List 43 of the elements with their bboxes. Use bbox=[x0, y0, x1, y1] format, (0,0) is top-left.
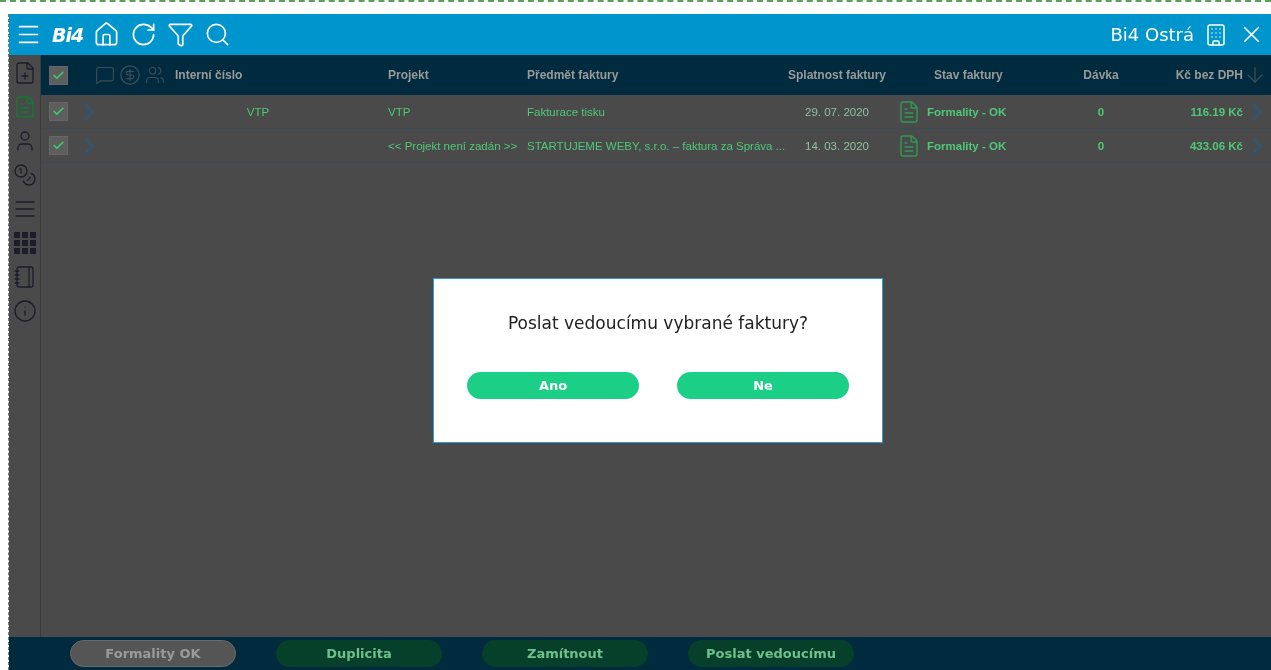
check-icon bbox=[52, 68, 65, 82]
row-checkbox[interactable] bbox=[49, 136, 68, 155]
action-button[interactable]: Zamítnout bbox=[482, 640, 648, 667]
table-cell-text: VTP bbox=[245, 105, 271, 118]
table-cell: Formality - OK bbox=[927, 105, 1007, 118]
column-header[interactable]: Splatnost faktury bbox=[783, 68, 891, 82]
table-cell-text: 29. 07. 2020 bbox=[804, 105, 870, 118]
column-header[interactable]: Stav faktury bbox=[891, 68, 1076, 82]
window-title: Bi4 Ostrá bbox=[1110, 24, 1194, 45]
table-cell-text: 14. 03. 2020 bbox=[804, 139, 870, 152]
grid-icon[interactable] bbox=[12, 231, 37, 255]
table-cell-text: 433.06 Kč bbox=[1188, 139, 1243, 152]
building-icon[interactable] bbox=[1204, 22, 1228, 47]
dollar-icon[interactable] bbox=[119, 64, 141, 86]
table-cell: Formality - OK bbox=[927, 139, 1007, 152]
row-checkbox[interactable] bbox=[49, 102, 68, 121]
check-icon bbox=[52, 105, 65, 118]
table-cell-text: << Projekt není zadán >> bbox=[387, 139, 519, 152]
users-icon[interactable] bbox=[145, 65, 165, 85]
logo[interactable]: Bi4 bbox=[52, 23, 84, 46]
select-all-checkbox[interactable] bbox=[49, 65, 68, 85]
action-button[interactable]: Duplicita bbox=[276, 640, 442, 667]
table-cell-text: 116.19 Kč bbox=[1189, 105, 1243, 118]
table-cell-text: 0 bbox=[1096, 105, 1106, 118]
column-header[interactable]: Interní číslo bbox=[175, 68, 381, 82]
coins-icon[interactable] bbox=[12, 163, 37, 187]
document-icon bbox=[897, 99, 921, 124]
action-button[interactable]: Poslat vedoucímu bbox=[688, 640, 854, 667]
table-cell-text: Fakturace tisku bbox=[527, 105, 606, 118]
table-cell-text: 0 bbox=[1096, 139, 1106, 152]
column-header[interactable]: Předmět faktury bbox=[527, 68, 783, 82]
document-icon bbox=[897, 133, 921, 158]
table-cell: STARTUJEME WEBY, s.r.o. – faktura za Správa ... bbox=[527, 139, 783, 152]
dialog-question: Poslat vedoucímu vybrané faktury? bbox=[507, 313, 809, 333]
column-header[interactable]: Projekt bbox=[381, 68, 527, 82]
column-header[interactable]: Kč bez DPH bbox=[1126, 68, 1243, 82]
filter-icon[interactable] bbox=[167, 21, 195, 48]
comment-icon[interactable] bbox=[95, 65, 115, 85]
column-header[interactable]: Dávka bbox=[1076, 68, 1126, 82]
check-icon bbox=[52, 139, 65, 152]
table-cell-text: VTP bbox=[387, 105, 412, 118]
notebook-icon[interactable] bbox=[12, 265, 37, 289]
info-icon[interactable] bbox=[12, 299, 37, 323]
